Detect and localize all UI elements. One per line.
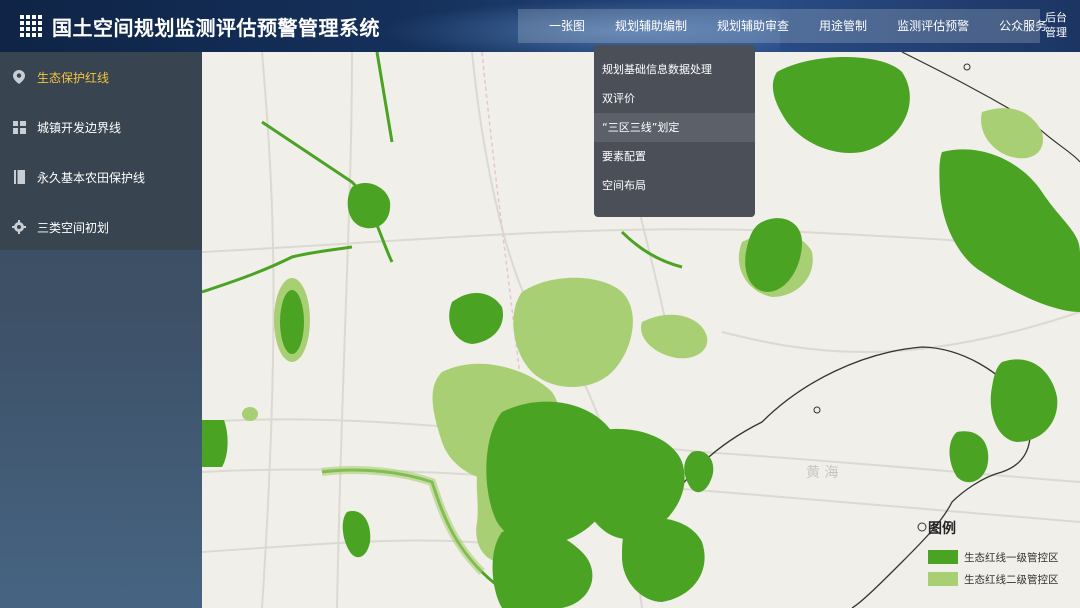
nav-item-land-use-control[interactable]: 用途管制 xyxy=(804,9,882,43)
legend-swatch-level2 xyxy=(928,572,958,586)
sidebar-item-label: 生态保护红线 xyxy=(37,70,110,85)
sidebar-item-label: 三类空间初划 xyxy=(37,220,110,235)
nav-item-monitoring[interactable]: 监测评估预警 xyxy=(882,9,984,43)
dropdown-item-three-zones-lines[interactable]: “三区三线”划定 xyxy=(594,113,755,142)
nav-item-planning-assist[interactable]: 规划辅助编制 xyxy=(600,9,702,43)
dropdown-item-basic-data[interactable]: 规划基础信息数据处理 xyxy=(594,55,755,84)
map-legend: 图例 生态红线一级管控区 生态红线二级管控区 xyxy=(928,518,1078,603)
sidebar-item-three-spaces[interactable]: 三类空间初划 xyxy=(0,202,202,252)
document-icon xyxy=(12,170,26,184)
legend-label: 生态红线一级管控区 xyxy=(964,551,1059,564)
dropdown-item-dual-evaluation[interactable]: 双评价 xyxy=(594,84,755,113)
planning-assist-dropdown: 规划基础信息数据处理 双评价 “三区三线”划定 要素配置 空间布局 xyxy=(594,45,755,217)
grid-blocks-icon xyxy=(12,120,26,134)
backend-management-link[interactable]: 后台管理 xyxy=(1042,10,1070,40)
sea-label: 黄 海 xyxy=(806,465,839,481)
sidebar-item-farmland-protection[interactable]: 永久基本农田保护线 xyxy=(0,152,202,202)
app-title: 国土空间规划监测评估预警管理系统 xyxy=(52,16,380,40)
sidebar: 生态保护红线 城镇开发边界线 永久基本农田保护线 三类空间初划 xyxy=(0,52,202,608)
top-navigation: 一张图 规划辅助编制 规划辅助审查 用途管制 监测评估预警 公众服务 xyxy=(518,9,1047,43)
app-logo-icon xyxy=(20,15,42,37)
nav-item-map[interactable]: 一张图 xyxy=(518,9,600,43)
legend-title: 图例 xyxy=(928,521,956,537)
sidebar-item-ecological-redline[interactable]: 生态保护红线 xyxy=(0,52,202,102)
dropdown-item-element-allocation[interactable]: 要素配置 xyxy=(594,142,755,171)
sidebar-item-urban-boundary[interactable]: 城镇开发边界线 xyxy=(0,102,202,152)
sidebar-item-label: 城镇开发边界线 xyxy=(37,120,122,135)
legend-item-level2: 生态红线二级管控区 xyxy=(928,568,1078,590)
legend-swatch-level1 xyxy=(928,550,958,564)
legend-label: 生态红线二级管控区 xyxy=(964,573,1059,586)
sidebar-menu: 生态保护红线 城镇开发边界线 永久基本农田保护线 三类空间初划 xyxy=(0,52,202,250)
app-header: 国土空间规划监测评估预警管理系统 一张图 规划辅助编制 规划辅助审查 用途管制 … xyxy=(0,0,1080,52)
dropdown-item-spatial-layout[interactable]: 空间布局 xyxy=(594,171,755,200)
gear-icon xyxy=(12,220,26,234)
legend-item-level1: 生态红线一级管控区 xyxy=(928,546,1078,568)
nav-item-planning-review[interactable]: 规划辅助审查 xyxy=(702,9,804,43)
sidebar-item-label: 永久基本农田保护线 xyxy=(37,170,146,185)
location-pin-icon xyxy=(12,70,26,84)
